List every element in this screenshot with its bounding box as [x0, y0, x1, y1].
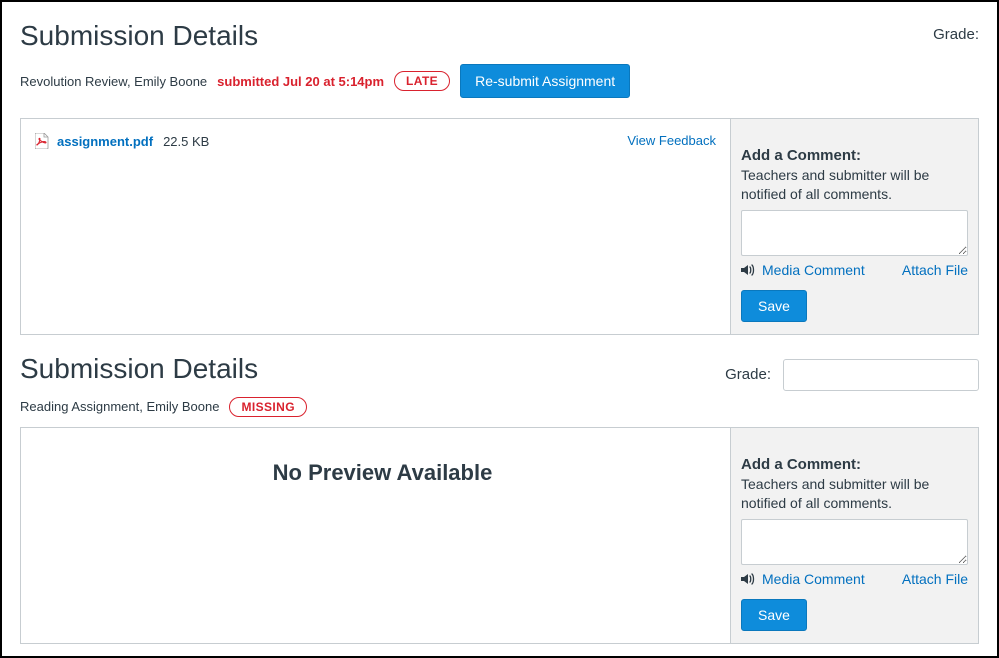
volume-icon: [741, 573, 756, 585]
resubmit-button[interactable]: Re-submit Assignment: [460, 64, 630, 98]
file-link[interactable]: assignment.pdf: [57, 134, 153, 149]
no-preview-label: No Preview Available: [35, 442, 730, 486]
comment-actions: Media Comment Attach File: [741, 262, 968, 278]
comment-sidebar: Add a Comment: Teachers and submitter wi…: [730, 428, 978, 643]
content-box: No Preview Available Add a Comment: Teac…: [20, 427, 979, 644]
file-row: assignment.pdf 22.5 KB: [35, 133, 730, 149]
header-left: Submission Details Revolution Review, Em…: [20, 20, 630, 110]
assignment-info: Reading Assignment, Emily Boone: [20, 399, 219, 414]
submission-section-1: Submission Details Revolution Review, Em…: [20, 20, 979, 335]
content-box: assignment.pdf 22.5 KB View Feedback Add…: [20, 118, 979, 335]
volume-icon: [741, 264, 756, 276]
comment-sidebar: Add a Comment: Teachers and submitter wi…: [730, 119, 978, 334]
header-left: Submission Details Reading Assignment, E…: [20, 353, 307, 427]
section-header: Submission Details Reading Assignment, E…: [20, 353, 979, 427]
comment-actions: Media Comment Attach File: [741, 571, 968, 587]
media-comment-link[interactable]: Media Comment: [762, 571, 865, 587]
subheader-row: Reading Assignment, Emily Boone MISSING: [20, 397, 307, 417]
assignment-info: Revolution Review, Emily Boone: [20, 74, 207, 89]
file-size: 22.5 KB: [163, 134, 209, 149]
submitted-timestamp: submitted Jul 20 at 5:14pm: [217, 74, 384, 89]
grade-label: Grade:: [933, 26, 979, 43]
view-feedback-link[interactable]: View Feedback: [627, 133, 716, 148]
section-header: Submission Details Revolution Review, Em…: [20, 20, 979, 110]
grade-container: Grade:: [933, 26, 979, 43]
grade-label: Grade:: [725, 366, 771, 383]
attach-file-link[interactable]: Attach File: [902, 262, 968, 278]
media-comment-group[interactable]: Media Comment: [741, 571, 865, 587]
page-title: Submission Details: [20, 353, 307, 385]
comment-note: Teachers and submitter will be notified …: [741, 166, 968, 204]
subheader-row: Revolution Review, Emily Boone submitted…: [20, 64, 630, 98]
attach-file-link[interactable]: Attach File: [902, 571, 968, 587]
missing-badge: MISSING: [229, 397, 306, 417]
comment-textarea[interactable]: [741, 210, 968, 256]
media-comment-link[interactable]: Media Comment: [762, 262, 865, 278]
comment-title: Add a Comment:: [741, 456, 968, 473]
comment-textarea[interactable]: [741, 519, 968, 565]
grade-container: Grade:: [725, 359, 979, 391]
grade-input[interactable]: [783, 359, 979, 391]
pdf-icon: [35, 133, 49, 149]
media-comment-group[interactable]: Media Comment: [741, 262, 865, 278]
comment-note: Teachers and submitter will be notified …: [741, 475, 968, 513]
late-badge: LATE: [394, 71, 450, 91]
content-main: assignment.pdf 22.5 KB View Feedback: [21, 119, 730, 334]
save-button[interactable]: Save: [741, 290, 807, 322]
page-title: Submission Details: [20, 20, 630, 52]
comment-title: Add a Comment:: [741, 147, 968, 164]
submission-section-2: Submission Details Reading Assignment, E…: [20, 353, 979, 644]
content-main: No Preview Available: [21, 428, 730, 643]
save-button[interactable]: Save: [741, 599, 807, 631]
